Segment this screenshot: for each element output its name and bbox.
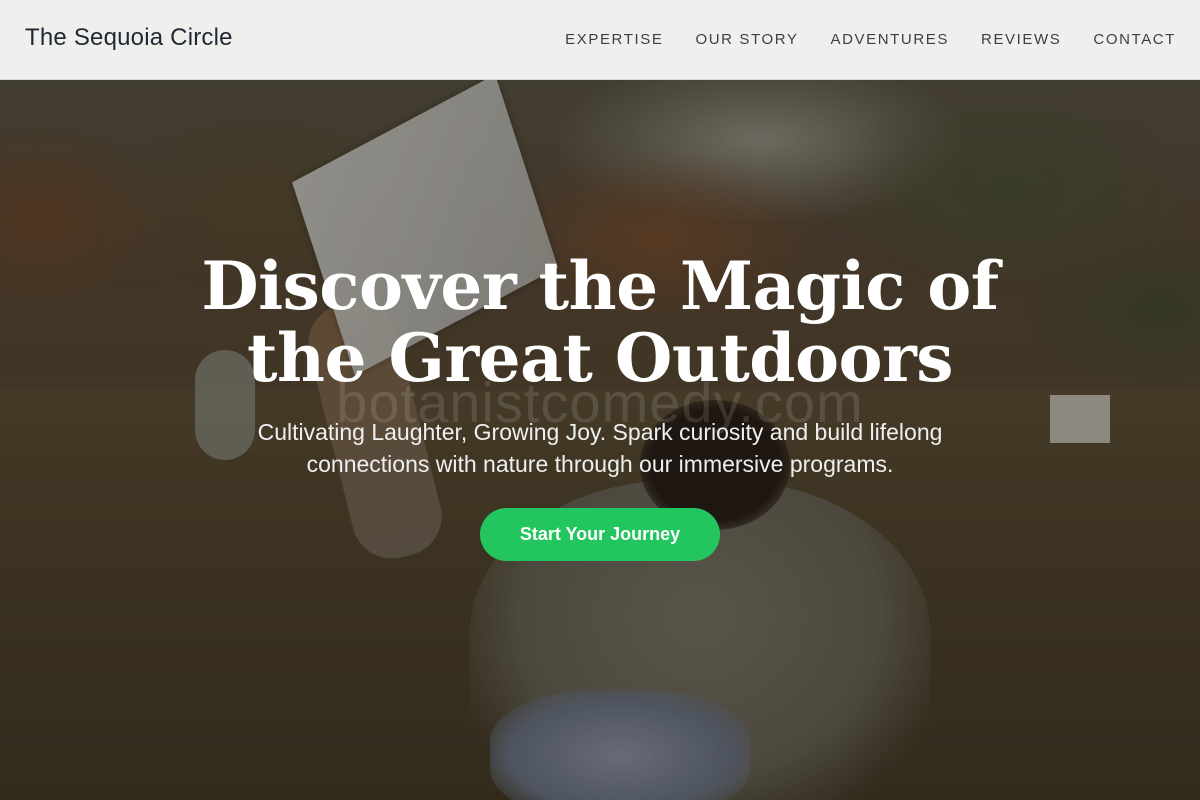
nav-link-contact[interactable]: CONTACT	[1093, 31, 1176, 48]
nav-link-expertise[interactable]: EXPERTISE	[565, 31, 663, 48]
hero-title: Discover the Magic of the Great Outdoors	[201, 247, 999, 397]
start-journey-button[interactable]: Start Your Journey	[479, 508, 721, 561]
nav-link-adventures[interactable]: ADVENTURES	[830, 31, 949, 48]
brand-logo-link[interactable]: The Sequoia Circle	[25, 24, 233, 52]
nav-link-reviews[interactable]: REVIEWS	[981, 31, 1061, 48]
nav-links: EXPERTISE OUR STORY ADVENTURES REVIEWS C…	[565, 31, 1176, 48]
hero-content: Discover the Magic of the Great Outdoors…	[0, 250, 1200, 561]
hero-subtitle: Cultivating Laughter, Growing Joy. Spark…	[257, 419, 943, 477]
top-navigation-bar: The Sequoia Circle EXPERTISE OUR STORY A…	[0, 0, 1200, 80]
nav-link-our-story[interactable]: OUR STORY	[695, 31, 798, 48]
page: The Sequoia Circle EXPERTISE OUR STORY A…	[0, 0, 1200, 800]
